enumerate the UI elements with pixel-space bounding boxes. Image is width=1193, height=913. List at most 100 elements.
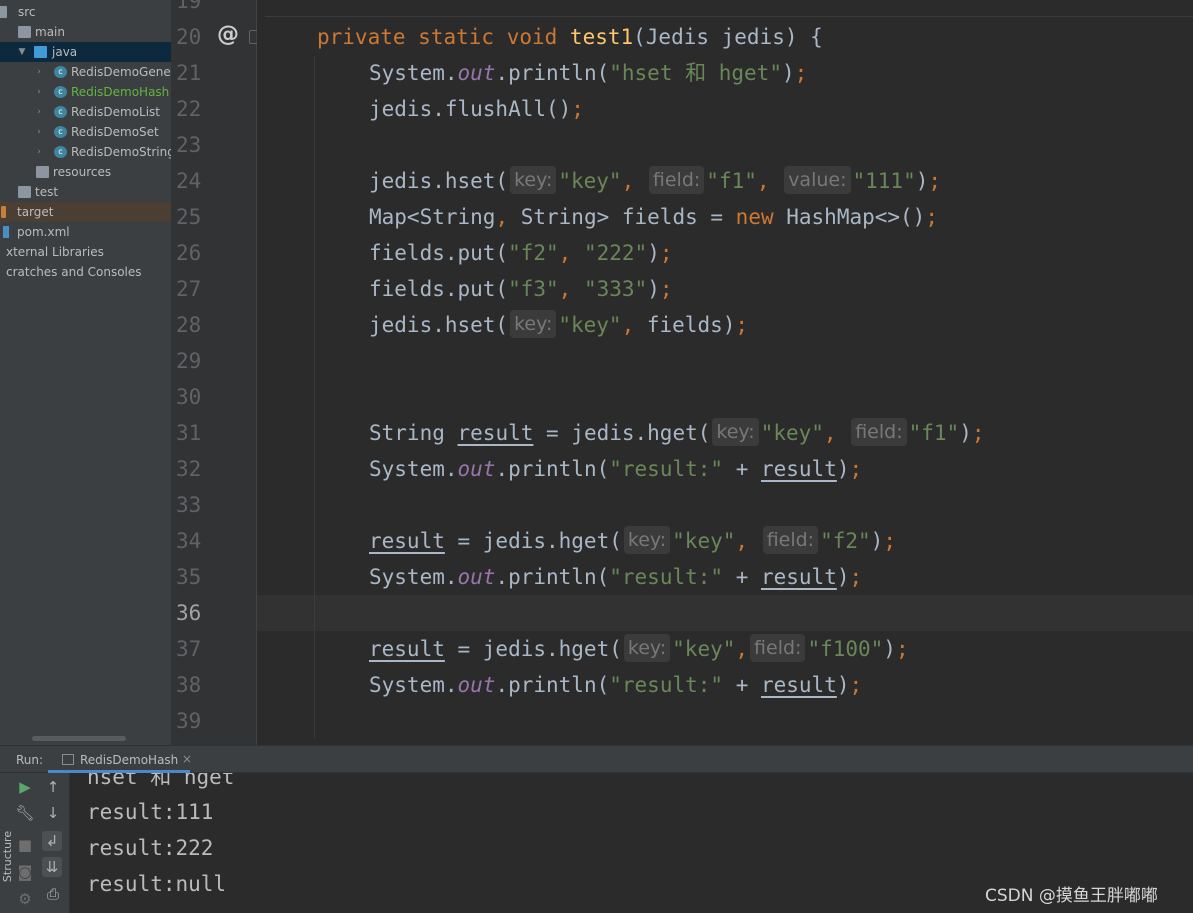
line-number: 20 <box>176 25 202 49</box>
console-line: hset 和 hget <box>87 773 235 789</box>
code-line-32[interactable]: System.out.println("result:" + result); <box>369 451 862 487</box>
code-line-28[interactable]: jedis.hset(key: "key", fields); <box>369 307 748 343</box>
tree-item-main[interactable]: main <box>0 22 171 42</box>
line-number: 39 <box>176 709 202 733</box>
chevron-right-icon[interactable]: › <box>33 82 45 102</box>
line-number: 37 <box>176 637 202 661</box>
code-line-38[interactable]: System.out.println("result:" + result); <box>369 667 862 703</box>
method-separator <box>265 16 1193 17</box>
console-line: result:null <box>87 872 227 896</box>
tree-item-class[interactable]: › c RedisDemoSet <box>0 122 171 142</box>
parameter-hint: field: <box>851 418 907 446</box>
class-icon: c <box>54 66 67 78</box>
parameter-hint: field: <box>762 526 819 554</box>
run-label: Run: <box>16 753 44 767</box>
line-number: 29 <box>176 349 202 373</box>
line-number: 32 <box>176 457 202 481</box>
tree-item-pom[interactable]: pom.xml <box>0 222 171 242</box>
parameter-hint: key: <box>510 310 557 338</box>
resources-folder-icon <box>36 166 49 178</box>
horizontal-scrollbar[interactable] <box>32 736 126 741</box>
tree-item-class[interactable]: › c RedisDemoList <box>0 102 171 122</box>
chevron-right-icon[interactable]: › <box>33 62 45 82</box>
stop-icon[interactable]: ■ <box>15 835 35 855</box>
excluded-folder-icon <box>1 206 6 218</box>
code-line-21[interactable]: System.out.println("hset 和 hget"); <box>369 55 807 91</box>
parameter-hint: key: <box>623 526 671 554</box>
line-number: 27 <box>176 277 202 301</box>
console-line: result:222 <box>87 836 214 860</box>
line-number: 24 <box>176 169 202 193</box>
class-icon: c <box>54 106 67 118</box>
line-number: 35 <box>176 565 202 589</box>
run-tab[interactable]: RedisDemoHash × <box>48 746 192 773</box>
folder-icon <box>18 186 31 198</box>
chevron-down-icon[interactable]: ▼ <box>16 42 28 62</box>
class-icon: c <box>54 126 67 138</box>
class-icon: c <box>54 86 67 98</box>
run-icon[interactable]: ▶ <box>15 777 35 797</box>
chevron-right-icon[interactable]: › <box>33 102 45 122</box>
run-panel-header: Run: RedisDemoHash × <box>0 745 1193 773</box>
soft-wrap-icon[interactable]: ↲ <box>42 831 62 851</box>
line-number: 38 <box>176 673 202 697</box>
close-icon[interactable]: × <box>182 752 192 766</box>
chevron-right-icon[interactable]: › <box>33 142 45 162</box>
code-line-37[interactable]: result = jedis.hget(key: "key", field: "f10… <box>369 631 909 667</box>
folder-icon <box>18 26 31 38</box>
wrench-icon[interactable]: 🔧︎ <box>15 803 35 823</box>
line-number: 30 <box>176 385 202 409</box>
line-number: 34 <box>176 529 202 553</box>
line-number: 25 <box>176 205 202 229</box>
line-number: 22 <box>176 97 202 121</box>
override-marker-icon[interactable]: @ <box>217 22 239 47</box>
tree-item-src[interactable]: src <box>0 2 171 22</box>
settings-icon[interactable]: ⚙ <box>15 889 35 909</box>
code-line-34[interactable]: result = jedis.hget(key: "key", field: "f2… <box>369 523 896 559</box>
line-number-current: 36 <box>176 601 202 625</box>
camera-icon[interactable]: ◙ <box>15 862 35 882</box>
down-arrow-icon[interactable]: ↓ <box>43 803 63 823</box>
line-number: 26 <box>176 241 202 265</box>
scroll-to-end-icon[interactable]: ⇊ <box>42 857 62 877</box>
code-line-24[interactable]: jedis.hset(key: "key", field: "f1", value:… <box>369 163 941 199</box>
code-line-31[interactable]: String result = jedis.hget(key: "key", fi… <box>369 415 985 451</box>
tree-item-class-active[interactable]: › c RedisDemoHash <box>0 82 171 102</box>
parameter-hint: key: <box>510 166 557 194</box>
folder-icon <box>0 6 7 18</box>
line-number: 19 <box>176 0 202 13</box>
code-line-26[interactable]: fields.put("f2", "222"); <box>369 235 673 271</box>
print-icon[interactable]: ⎙ <box>43 884 63 904</box>
tree-item-java[interactable]: ▼ java <box>0 42 171 62</box>
source-folder-icon <box>34 46 47 58</box>
caret-row-highlight <box>257 595 1193 631</box>
line-number: 33 <box>176 493 202 517</box>
code-line-20[interactable]: private static void test1(Jedis jedis) { <box>317 19 823 55</box>
tree-item-class[interactable]: › c RedisDemoGener <box>0 62 171 82</box>
line-number: 23 <box>176 133 202 157</box>
tree-item-external-libraries[interactable]: xternal Libraries <box>0 242 171 262</box>
tree-item-target[interactable]: target <box>0 202 171 222</box>
watermark: CSDN @摸鱼王胖嘟嘟 <box>985 886 1158 906</box>
parameter-hint: value: <box>784 166 851 194</box>
code-line-27[interactable]: fields.put("f3", "333"); <box>369 271 673 307</box>
run-toolbar: ▶ ↑ 🔧︎ ↓ ■ ↲ ◙ ⇊ ⚙ ⎙ <box>12 773 70 913</box>
project-tree: src main ▼ java › c RedisDemoGener › c R… <box>0 0 171 745</box>
tree-item-class[interactable]: › c RedisDemoString <box>0 142 171 162</box>
line-number: 31 <box>176 421 202 445</box>
up-arrow-icon[interactable]: ↑ <box>43 777 63 797</box>
chevron-right-icon[interactable]: › <box>33 122 45 142</box>
code-line-25[interactable]: Map<String, String> fields = new HashMap… <box>369 199 938 235</box>
code-line-22[interactable]: jedis.flushAll(); <box>369 91 584 127</box>
maven-icon <box>3 226 9 238</box>
line-number: 28 <box>176 313 202 337</box>
tree-item-test[interactable]: test <box>0 182 171 202</box>
tree-item-resources[interactable]: resources <box>0 162 171 182</box>
tree-item-scratches[interactable]: cratches and Consoles <box>0 262 171 282</box>
code-line-35[interactable]: System.out.println("result:" + result); <box>369 559 862 595</box>
parameter-hint: field: <box>750 634 806 662</box>
console-line: result:111 <box>87 800 214 824</box>
parameter-hint: key: <box>712 418 759 446</box>
console-icon <box>62 754 74 765</box>
parameter-hint: field: <box>648 166 705 194</box>
